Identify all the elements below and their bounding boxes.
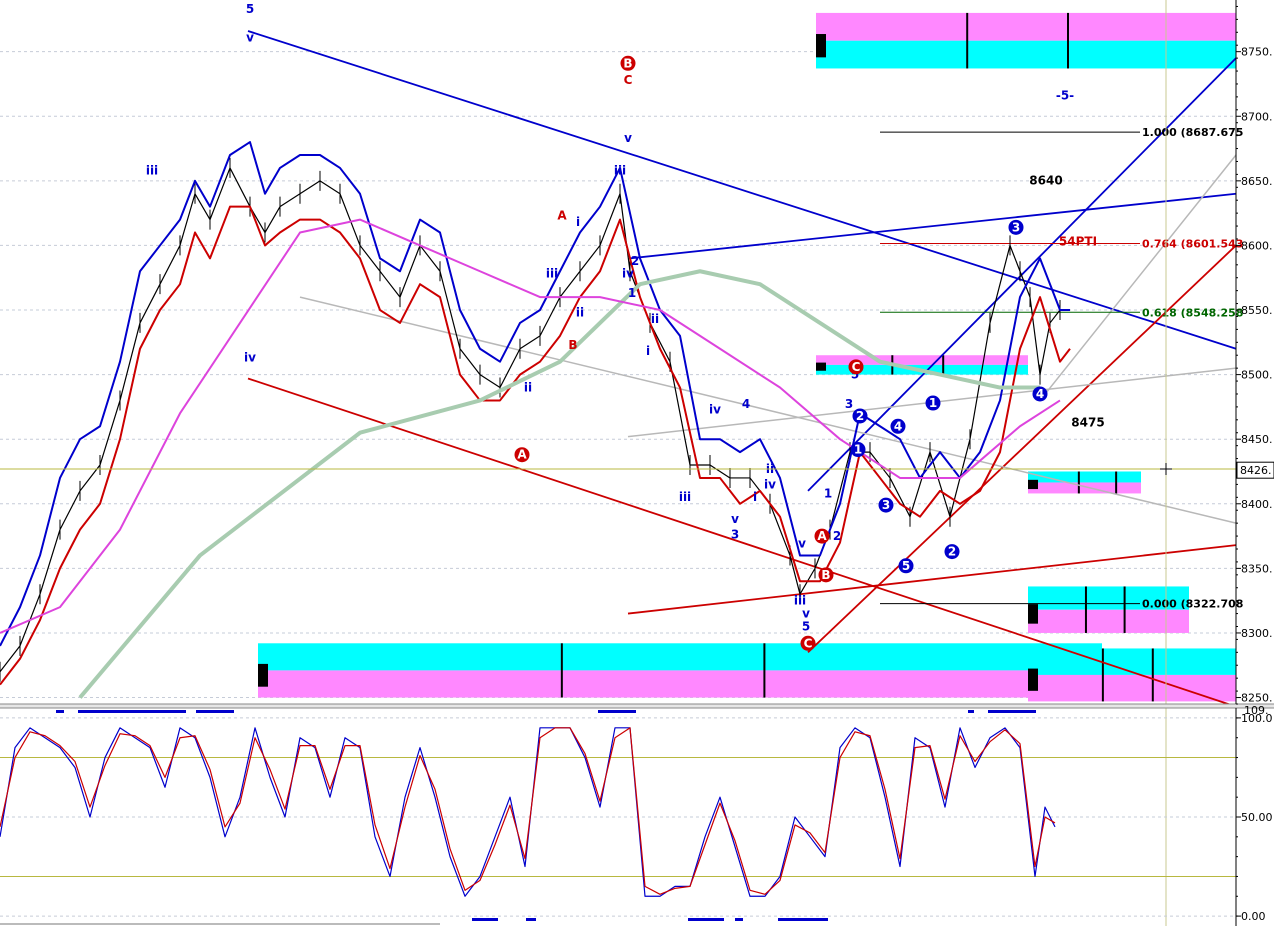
wave-label: ii [524, 380, 532, 394]
price-tick-label: 8350. [1241, 562, 1273, 575]
panel-separator[interactable] [0, 704, 1274, 708]
price-tick-label: 8500. [1241, 369, 1273, 382]
wave-label: iii [679, 490, 691, 504]
wave-label: iv [622, 267, 634, 281]
wave-label: iv [709, 402, 721, 416]
wave-label: 2 [631, 254, 639, 268]
wave-label: iii [146, 163, 158, 177]
wave-label: v [731, 512, 739, 526]
wave-label: 4 [742, 397, 750, 411]
wave-circle-label: 3 [882, 498, 890, 512]
wave-label: v [624, 131, 632, 145]
wave-circle-label: C [804, 636, 813, 650]
wave-circle-label: 1 [929, 396, 937, 410]
wave-label: C [624, 73, 633, 87]
wave-label: iii [614, 163, 626, 177]
wave-label: v [798, 537, 806, 551]
price-tick-label: 8650. [1241, 175, 1273, 188]
wave-label: v [246, 30, 254, 44]
price-tick-label: 8600. [1241, 239, 1273, 252]
wave-label: 54PTI [1059, 234, 1097, 248]
price-tick-label: 8550. [1241, 304, 1273, 317]
wave-circle-label: 5 [902, 559, 910, 573]
wave-circle-label: 1 [854, 443, 862, 457]
target-zone-band [816, 355, 1028, 365]
wave-label: A [557, 209, 567, 223]
price-tick-label: 8250. [1241, 692, 1273, 705]
zone-start-marker [258, 663, 268, 687]
oscillator-tick-label: 0.00 [1241, 910, 1266, 923]
wave-label: 5 [802, 619, 810, 633]
chart-background [0, 0, 1274, 926]
wave-label: B [568, 338, 577, 352]
wave-label: iii [546, 267, 558, 281]
target-zone-band [1028, 648, 1236, 675]
fib-level-label: 0.764 (8601.543 [1142, 237, 1243, 250]
wave-circle-label: B [821, 568, 830, 582]
wave-label: iv [244, 351, 256, 365]
wave-circle-label: 4 [894, 419, 902, 433]
wave-circle-label: A [517, 448, 527, 462]
wave-label: iv [764, 477, 776, 491]
wave-label: v [802, 606, 810, 620]
zone-start-marker [1028, 604, 1038, 624]
current-price-marker: 8426. [1236, 461, 1274, 479]
wave-label: 8640 [1029, 174, 1062, 188]
zone-start-marker [1028, 668, 1038, 691]
fib-level-label: 0.000 (8322.708 [1142, 598, 1243, 611]
price-tick-label: 8700. [1241, 110, 1273, 123]
target-zone-band [1028, 674, 1236, 702]
fib-level-label: 1.000 (8687.675 [1142, 126, 1243, 139]
wave-circle-label: 3 [1012, 220, 1020, 234]
zone-start-marker [1028, 479, 1038, 490]
wave-circle-label: 2 [948, 545, 956, 559]
wave-label: 1 [628, 286, 636, 300]
wave-label: 1 [824, 486, 832, 500]
target-zone-band [1028, 482, 1141, 494]
wave-circle-label: 4 [1036, 387, 1044, 401]
target-zone-band [816, 40, 1236, 69]
wave-label: ii [576, 305, 584, 319]
wave-circle-label: A [817, 529, 827, 543]
price-tick-label: 8750. [1241, 46, 1273, 59]
wave-circle-label: B [623, 56, 632, 70]
wave-label: 3 [845, 397, 853, 411]
wave-label: -5- [1056, 88, 1074, 102]
wave-label: 2 [833, 529, 841, 543]
target-zone-band [258, 643, 1102, 671]
wave-circle-label: C [852, 360, 861, 374]
target-zone-band [816, 12, 1236, 41]
target-zone-band [1028, 609, 1189, 633]
wave-label: 3 [731, 528, 739, 542]
wave-circle-label: 2 [856, 409, 864, 423]
target-zone-band [258, 670, 1102, 698]
oscillator-tick-label: 50.00 [1241, 811, 1273, 824]
wave-label: i [753, 490, 757, 504]
elliott-wave-chart: 1.000 (8687.675 0.764 (8601.543 0.618 (854… [0, 0, 1274, 926]
price-tick-label: 8450. [1241, 433, 1273, 446]
wave-label: i [576, 215, 580, 229]
wave-label: ii [651, 312, 659, 326]
wave-label: i [646, 344, 650, 358]
wave-label: iii [794, 594, 806, 608]
chart-root: 1.000 (8687.675 0.764 (8601.543 0.618 (854… [0, 0, 1274, 926]
current-price-label: 8426. [1240, 464, 1272, 477]
price-tick-label: 8400. [1241, 498, 1273, 511]
oscillator-top-label: 109. [1244, 704, 1269, 717]
wave-label: 5 [246, 2, 254, 16]
fib-level-label: 0.618 (8548.258 [1142, 306, 1243, 319]
zone-start-marker [816, 34, 826, 58]
price-tick-label: 8300. [1241, 627, 1273, 640]
wave-label: 8475 [1071, 415, 1104, 429]
zone-start-marker [816, 362, 826, 371]
